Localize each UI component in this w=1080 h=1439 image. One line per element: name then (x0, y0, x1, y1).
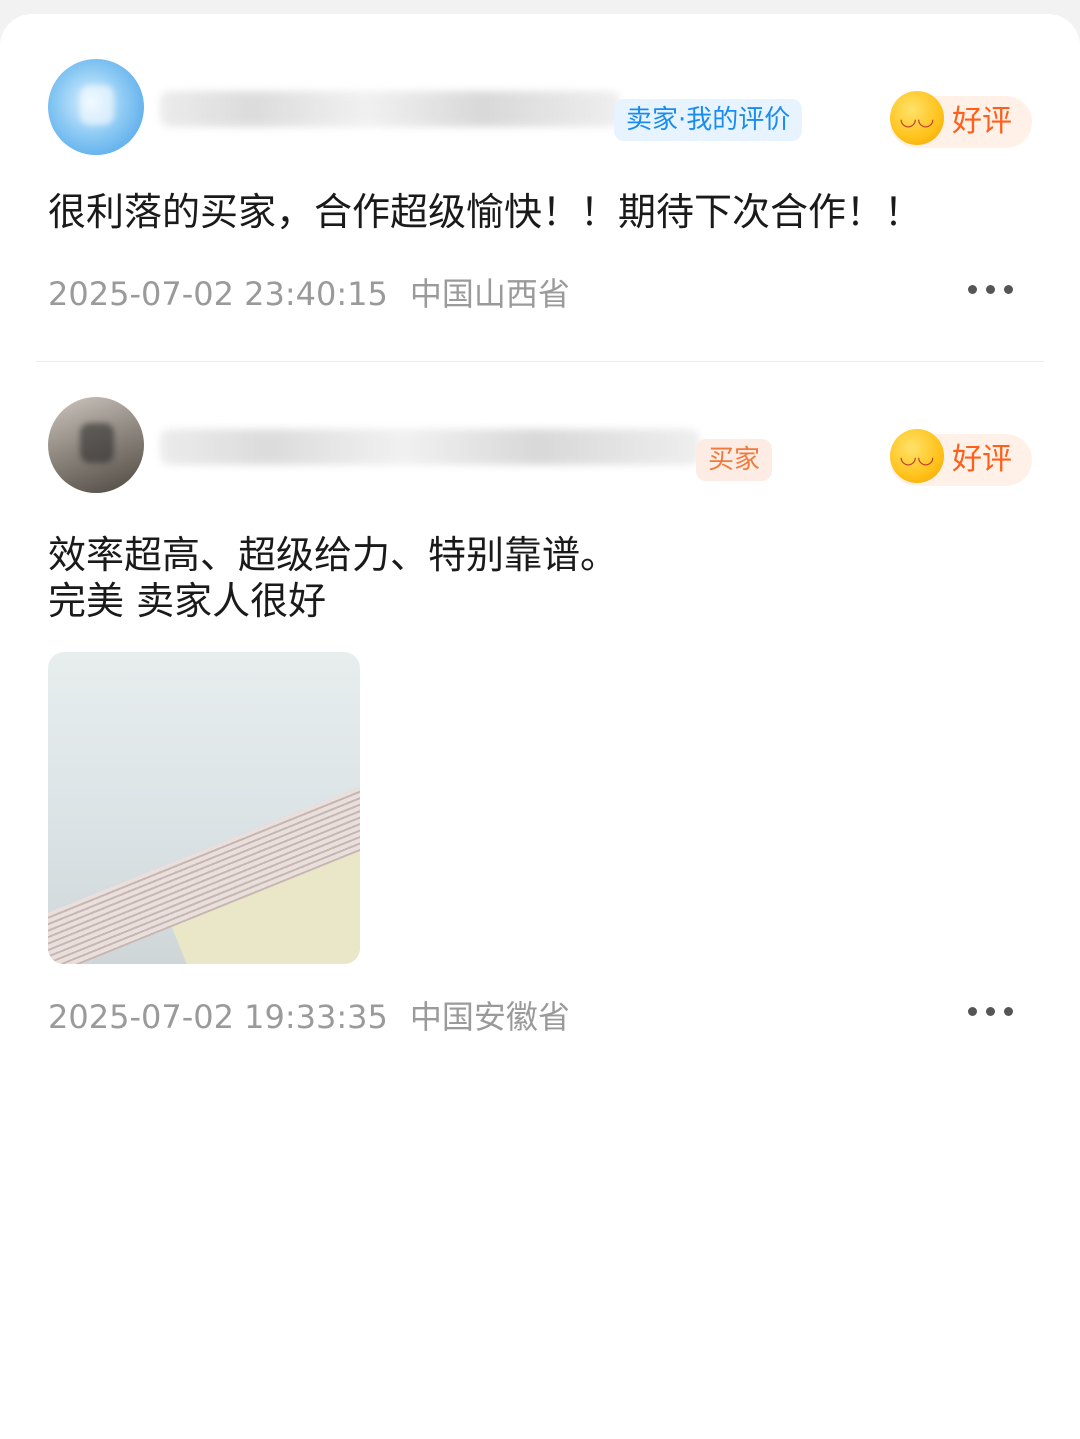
review-content: 效率超高、超级给力、特别靠谱。 完美 卖家人很好 (48, 532, 1038, 624)
review-meta: 2025-07-02 19:33:35 中国安徽省 (48, 992, 570, 1038)
review-content: 很利落的买家，合作超级愉快！！期待下次合作！！ (48, 189, 1038, 235)
review-text-line: 很利落的买家，合作超级愉快！！期待下次合作！！ (48, 190, 923, 234)
rating-label: 好评 (952, 104, 1012, 139)
rating-label: 好评 (952, 442, 1012, 477)
avatar[interactable] (48, 59, 144, 155)
review-location: 中国安徽省 (409, 998, 570, 1036)
username-redacted (160, 91, 620, 127)
review-timestamp: 2025-07-02 19:33:35 (48, 998, 388, 1036)
review-text-line: 效率超高、超级给力、特别靠谱。 (48, 533, 619, 577)
role-tag: 卖家·我的评价 (614, 99, 803, 141)
username-redacted (160, 429, 700, 465)
smiling-face-icon: ◡◡ (890, 91, 944, 145)
avatar[interactable] (48, 397, 144, 493)
review-text-line: 完美 卖家人很好 (48, 579, 327, 623)
rating-badge: ◡◡ 好评 (890, 429, 1032, 486)
more-options-icon[interactable] (968, 285, 1014, 295)
review-photo[interactable] (48, 652, 360, 964)
review-meta: 2025-07-02 23:40:15 中国山西省 (48, 269, 570, 315)
review-list: 卖家·我的评价 ◡◡ 好评 很利落的买家，合作超级愉快！！期待下次合作！！ 20… (0, 14, 1080, 1439)
rating-badge: ◡◡ 好评 (890, 91, 1032, 148)
avatar-blur (80, 423, 114, 463)
divider (36, 361, 1044, 362)
smiling-face-icon: ◡◡ (890, 429, 944, 483)
review-location: 中国山西省 (409, 275, 570, 313)
more-options-icon[interactable] (968, 1007, 1014, 1017)
role-tag: 买家 (696, 439, 773, 481)
avatar-blur (80, 85, 114, 125)
review-timestamp: 2025-07-02 23:40:15 (48, 275, 388, 313)
